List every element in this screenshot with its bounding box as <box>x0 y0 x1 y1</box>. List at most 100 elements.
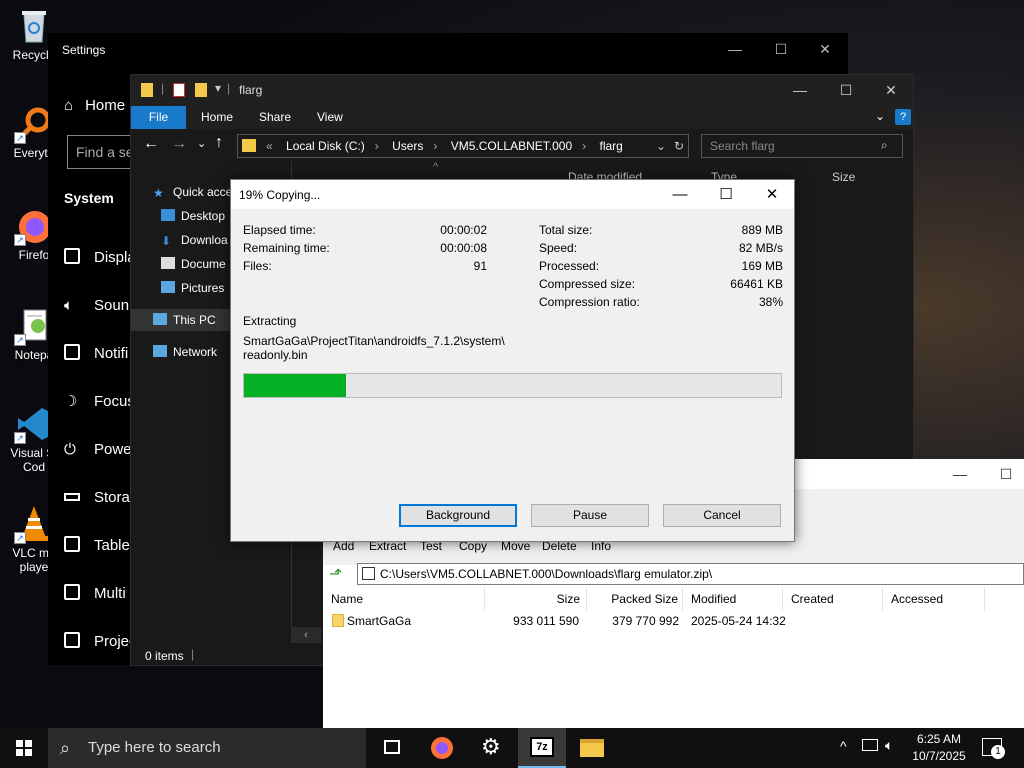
taskbar-7zip[interactable]: 7z <box>518 728 566 768</box>
settings-item-storage[interactable]: Storag <box>64 486 138 510</box>
task-view-button[interactable] <box>368 728 416 768</box>
start-button[interactable] <box>0 728 48 768</box>
nav-documents[interactable]: Docume <box>161 253 226 275</box>
nav-item-label: Downloa <box>181 233 228 247</box>
sort-indicator-icon: ^ <box>433 161 439 173</box>
nav-quick-access[interactable]: ★ Quick acce <box>153 181 232 203</box>
up-arrow-icon[interactable]: ↑ <box>215 134 223 152</box>
taskbar-file-explorer[interactable] <box>568 728 616 768</box>
compressed-size-label: Compressed size: <box>539 277 636 291</box>
breadcrumb-segment[interactable]: flarg <box>599 139 622 153</box>
taskbar-search-box[interactable]: ⌕ Type here to search <box>48 728 366 768</box>
nav-downloads[interactable]: ⬇ Downloa <box>161 229 228 251</box>
scroll-left-button[interactable]: ‹ <box>291 627 321 643</box>
new-folder-icon[interactable] <box>195 83 207 97</box>
network-icon[interactable] <box>862 739 878 751</box>
explorer-close-button[interactable]: ✕ <box>868 75 914 106</box>
settings-minimize-button[interactable]: — <box>712 33 758 65</box>
settings-item-tablet[interactable]: Tablet <box>64 534 134 558</box>
properties-icon[interactable] <box>173 83 185 97</box>
ribbon-tab-view[interactable]: View <box>303 106 357 129</box>
show-hidden-icons-icon[interactable]: ^ <box>840 738 847 754</box>
remaining-time-label: Remaining time: <box>243 241 330 255</box>
nav-item-label: Desktop <box>181 209 226 223</box>
breadcrumb-chevron-icon[interactable]: › <box>375 139 379 153</box>
star-icon: ★ <box>153 186 164 200</box>
sevenzip-maximize-button[interactable]: ☐ <box>983 459 1024 489</box>
ribbon-tab-share[interactable]: Share <box>245 106 305 129</box>
volume-muted-icon[interactable]: 🔈︎ <box>885 737 893 754</box>
elapsed-time-value: 00:00:02 <box>440 223 487 237</box>
settings-item-projecting[interactable]: Projec <box>64 630 137 654</box>
taskbar-firefox[interactable] <box>418 728 466 768</box>
address-dropdown-icon[interactable]: ⌄ <box>656 135 666 157</box>
column-modified[interactable]: Modified <box>683 587 783 611</box>
power-icon: ⏻ <box>64 441 76 458</box>
settings-close-button[interactable]: ✕ <box>802 33 848 65</box>
dialog-minimize-button[interactable]: — <box>657 180 703 209</box>
dialog-maximize-button[interactable]: ☐ <box>703 180 749 209</box>
nav-pictures[interactable]: Pictures <box>161 277 224 299</box>
sevenzip-minimize-button[interactable]: — <box>937 459 983 489</box>
settings-item-notifications[interactable]: Notifi <box>64 342 128 366</box>
nav-network[interactable]: Network <box>153 341 217 363</box>
column-size[interactable]: Size <box>485 587 587 611</box>
folder-icon <box>141 83 153 97</box>
breadcrumb-chevron-icon[interactable]: › <box>582 139 586 153</box>
column-packed-size[interactable]: Packed Size <box>587 587 683 611</box>
quick-access-dropdown-icon[interactable]: ▾ <box>215 81 221 95</box>
explorer-maximize-button[interactable]: ☐ <box>823 75 869 106</box>
operation-label: Extracting <box>243 314 297 328</box>
breadcrumb-segment[interactable]: VM5.COLLABNET.000 <box>451 139 572 153</box>
elapsed-time-label: Elapsed time: <box>243 223 316 237</box>
search-icon: ⌕ <box>60 738 71 758</box>
pause-button[interactable]: Pause <box>531 504 649 527</box>
up-folder-icon[interactable]: ⬏ <box>329 564 342 584</box>
ribbon-tab-file[interactable]: File <box>131 106 186 129</box>
address-bar[interactable]: « Local Disk (C:) › Users › VM5.COLLABNET.… <box>237 134 689 158</box>
recent-locations-icon[interactable]: ⌄ <box>197 137 206 150</box>
dialog-title: 19% Copying... <box>239 188 321 202</box>
taskbar-clock[interactable]: 6:25 AM 10/7/2025 <box>904 731 974 765</box>
explorer-search-input[interactable]: Search flarg <box>701 134 903 158</box>
breadcrumb-overflow[interactable]: « <box>266 139 273 153</box>
nav-item-label: This PC <box>173 313 216 327</box>
background-button[interactable]: Background <box>399 504 517 527</box>
dialog-close-button[interactable]: ✕ <box>749 180 795 209</box>
breadcrumb-chevron-icon[interactable]: › <box>433 139 437 153</box>
network-icon <box>153 345 167 357</box>
breadcrumb-segment[interactable]: Local Disk (C:) <box>286 139 365 153</box>
settings-item-power[interactable]: ⏻ Powe <box>64 438 132 462</box>
explorer-title: flarg <box>239 83 263 97</box>
column-accessed[interactable]: Accessed <box>883 587 985 611</box>
document-icon <box>161 257 175 269</box>
help-icon[interactable]: ? <box>895 109 911 125</box>
settings-item-multitasking[interactable]: Multi <box>64 582 126 606</box>
ribbon-tab-home[interactable]: Home <box>187 106 247 129</box>
settings-home-label: Home <box>85 97 126 114</box>
settings-item-label: Powe <box>94 441 132 458</box>
settings-item-display[interactable]: Displa <box>64 246 136 270</box>
action-center-button[interactable]: 1 <box>982 738 1005 759</box>
forward-arrow-icon[interactable]: → <box>171 135 187 153</box>
breadcrumb-segment[interactable]: Users <box>392 139 423 153</box>
speaker-icon: 🔈︎ <box>64 297 74 314</box>
storage-icon <box>64 493 80 501</box>
back-arrow-icon[interactable]: ← <box>143 135 159 153</box>
nav-desktop[interactable]: Desktop <box>161 205 225 227</box>
settings-item-sound[interactable]: 🔈︎ Soun <box>64 294 129 318</box>
taskbar-settings[interactable]: ⚙ <box>468 728 516 768</box>
settings-home[interactable]: ⌂ Home <box>64 94 125 118</box>
sevenzip-path-input[interactable]: C:\Users\VM5.COLLABNET.000\Downloads\fla… <box>357 563 1024 585</box>
explorer-minimize-button[interactable]: — <box>777 75 823 106</box>
refresh-icon[interactable]: ↻ <box>674 135 684 157</box>
column-created[interactable]: Created <box>783 587 883 611</box>
compression-ratio-value: 38% <box>758 295 783 309</box>
cancel-button[interactable]: Cancel <box>663 504 781 527</box>
ribbon-expand-icon[interactable]: ⌄ <box>875 109 885 123</box>
settings-item-focus[interactable]: ☽ Focus <box>64 390 135 414</box>
column-size[interactable]: Size <box>832 170 855 184</box>
settings-maximize-button[interactable]: ☐ <box>758 33 804 65</box>
total-size-value: 889 MB <box>741 223 783 237</box>
column-name[interactable]: Name <box>323 587 485 611</box>
